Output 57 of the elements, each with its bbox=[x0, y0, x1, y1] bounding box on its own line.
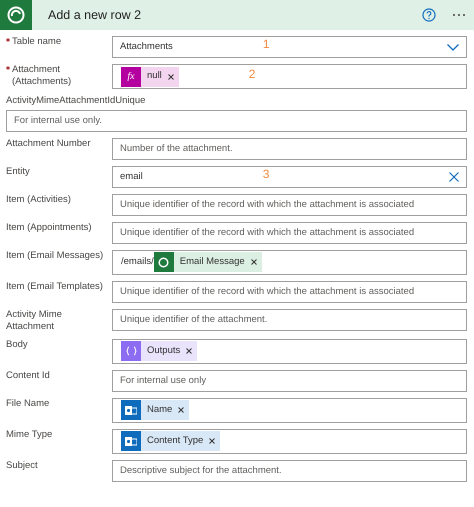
braces-icon bbox=[126, 346, 136, 356]
text-field[interactable]: email 3 bbox=[112, 166, 467, 188]
field-label: Attachment Number bbox=[6, 138, 90, 150]
field-label: Table name bbox=[12, 36, 62, 48]
input-field[interactable]: Outputs bbox=[112, 338, 467, 364]
field-label: File Name bbox=[6, 398, 50, 410]
annotation-number: 2 bbox=[248, 68, 256, 80]
function-label: fx bbox=[127, 70, 135, 84]
input-field[interactable]: /emails/ Email Message bbox=[112, 250, 467, 275]
logo-icon bbox=[7, 6, 25, 24]
more-options-icon[interactable] bbox=[452, 13, 466, 17]
field-label: Mime Type bbox=[6, 428, 52, 440]
annotation-number: 1 bbox=[262, 38, 270, 50]
field-label: Entity bbox=[6, 166, 30, 178]
input-field[interactable]: Unique identifier of the record with which the attachment is associated bbox=[112, 194, 467, 216]
field-value: /emails/ bbox=[121, 255, 154, 270]
input-field[interactable]: Unique identifier of the record with which the attachment is associated bbox=[112, 280, 467, 303]
remove-icon[interactable] bbox=[168, 74, 174, 80]
field-label: Content Id bbox=[6, 370, 50, 382]
card-title: Add a new row 2 bbox=[48, 6, 142, 24]
remove-icon[interactable] bbox=[250, 259, 257, 266]
annotation-number: 3 bbox=[262, 168, 270, 180]
field-label: Item (Email Templates) bbox=[6, 280, 103, 293]
token-chip[interactable]: Name bbox=[121, 400, 190, 420]
field-label: Body bbox=[6, 338, 28, 350]
field-label: Activity Mime Attachment bbox=[6, 308, 63, 333]
input-field[interactable]: Number of the attachment. bbox=[112, 138, 467, 160]
input-field[interactable]: Content Type bbox=[112, 428, 467, 454]
token-chip[interactable]: Email Message bbox=[154, 252, 262, 272]
token-chip[interactable]: Content Type bbox=[121, 431, 220, 452]
input-field[interactable]: For internal use only bbox=[112, 370, 467, 392]
field-label: Item (Email Messages) bbox=[6, 250, 104, 262]
clear-icon[interactable] bbox=[449, 172, 459, 182]
field-label: Item (Appointments) bbox=[6, 222, 92, 234]
dropdown-field[interactable]: Attachments 1 bbox=[112, 36, 467, 58]
mail-app-icon bbox=[125, 436, 137, 447]
token-chip[interactable]: Outputs bbox=[121, 341, 198, 362]
input-field[interactable]: Descriptive subject for the attachment. bbox=[112, 460, 467, 482]
token-chip[interactable]: fx null bbox=[121, 66, 179, 86]
input-field[interactable]: fx null 2 bbox=[112, 64, 467, 89]
remove-icon[interactable] bbox=[209, 438, 216, 444]
logo-icon bbox=[158, 256, 170, 268]
field-value: email bbox=[120, 170, 143, 184]
field-label: Subject bbox=[6, 460, 38, 472]
field-label: ActivityMimeAttachmentIdUnique bbox=[6, 95, 146, 107]
input-field[interactable]: For internal use only. bbox=[6, 110, 467, 132]
field-label: Attachment (Attachments) bbox=[12, 64, 72, 88]
input-field[interactable]: Unique identifier of the attachment. bbox=[112, 308, 467, 331]
field-label: Item (Activities) bbox=[6, 194, 71, 206]
mail-app-icon bbox=[125, 404, 137, 416]
remove-icon[interactable] bbox=[178, 407, 184, 414]
input-field[interactable]: Unique identifier of the record with which the attachment is associated bbox=[112, 222, 467, 244]
remove-icon[interactable] bbox=[186, 348, 192, 354]
chevron-down-icon[interactable] bbox=[447, 44, 459, 50]
input-field[interactable]: Name bbox=[112, 398, 467, 423]
selected-value: Attachments bbox=[120, 40, 173, 54]
help-icon[interactable] bbox=[422, 8, 436, 22]
